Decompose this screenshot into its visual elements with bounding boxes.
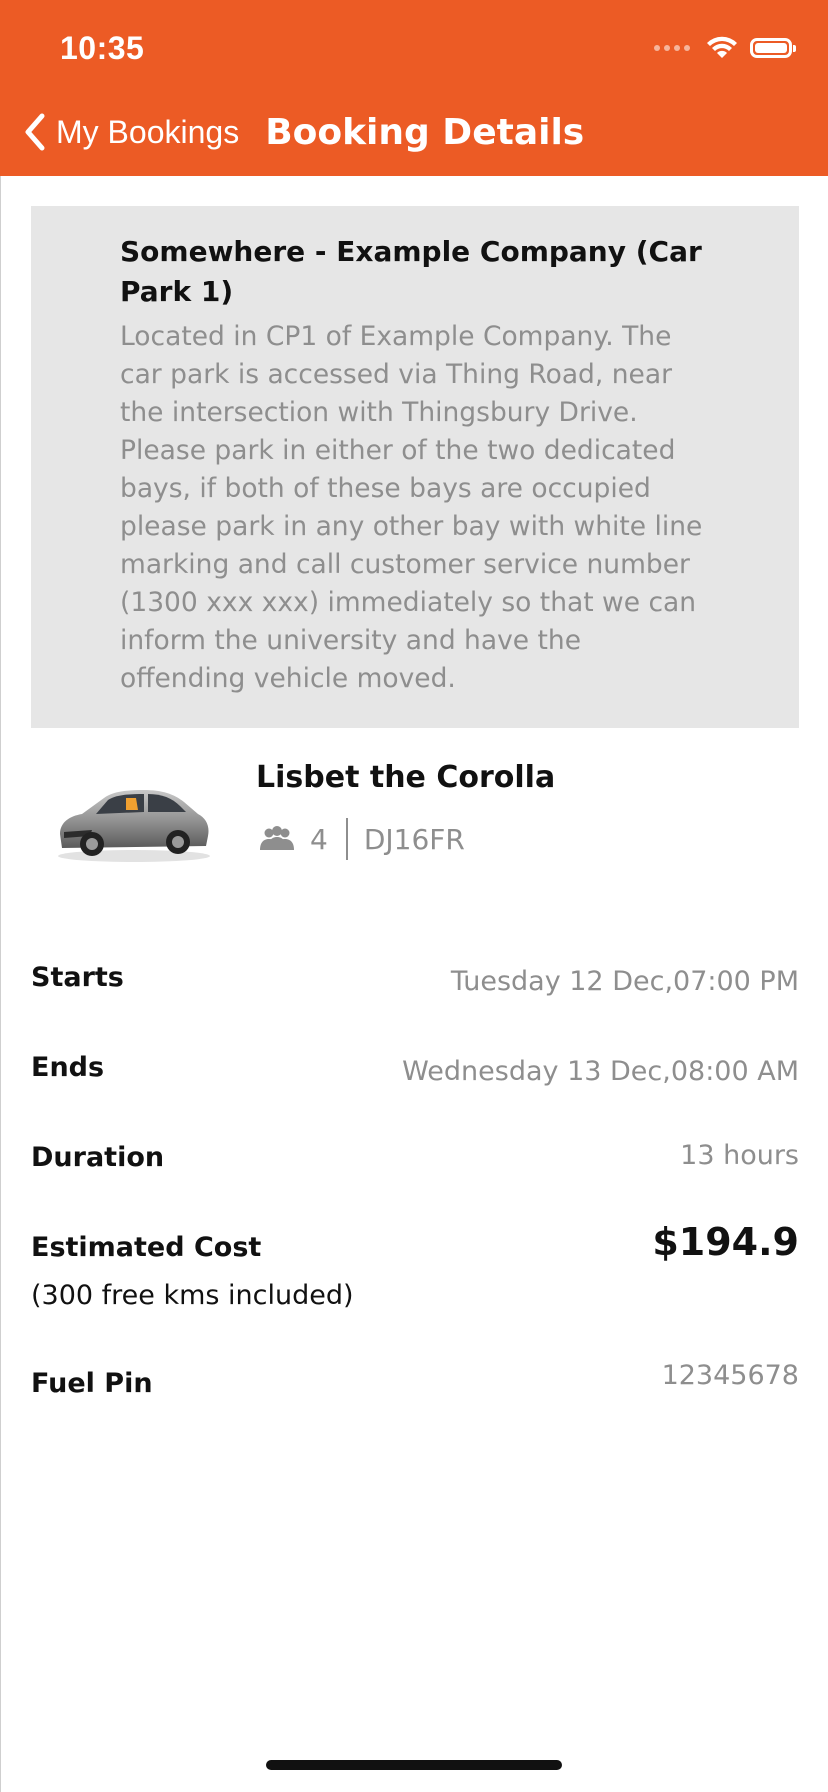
left-edge-divider [0,176,1,1792]
ends-label: Ends [31,1052,105,1083]
back-label: My Bookings [56,113,240,150]
wifi-icon [707,36,737,58]
people-icon [260,826,294,850]
vehicle-plate: DJ16FR [363,822,465,856]
cost-label: Estimated Cost [31,1232,262,1263]
chevron-left-icon [25,113,45,151]
duration-value: 13 hours [680,1140,799,1171]
back-button[interactable]: My Bookings [22,110,239,154]
fuel-pin-row: Fuel Pin 12345678 [31,1360,799,1414]
status-icons [654,36,796,60]
ends-row: Ends Wednesday 13 Dec,08:00 AM [31,1050,799,1098]
cost-value: $194.9 [652,1220,799,1264]
fuel-pin-value: 12345678 [661,1360,799,1391]
starts-label: Starts [31,962,124,993]
starts-value: Tuesday 12 Dec,07:00 PM [450,966,799,997]
location-card: Somewhere - Example Company (Car Park 1)… [31,206,799,728]
cost-note: (300 free kms included) [31,1280,354,1311]
location-description: Located in CP1 of Example Company. The c… [120,321,703,694]
battery-icon [750,38,796,58]
app-header: 10:35 My Bookings Booking Details [0,0,828,176]
duration-label: Duration [31,1142,165,1173]
car-image [58,790,210,862]
meta-divider [345,818,348,860]
signal-dots-icon [654,45,690,51]
vehicle-name: Lisbet the Corolla [256,760,556,795]
location-title: Somewhere - Example Company (Car Park 1) [120,235,702,308]
cost-row: Estimated Cost (300 free kms included) $… [31,1220,799,1328]
vehicle-summary: Lisbet the Corolla 4 DJ16FR [52,760,792,880]
status-time: 10:35 [60,30,145,66]
vehicle-seats: 4 [310,822,328,856]
vehicle-meta: 4 DJ16FR [258,818,465,860]
navigation-bar: My Bookings Booking Details [0,104,828,160]
fuel-pin-label: Fuel Pin [31,1368,153,1399]
home-indicator[interactable] [266,1760,562,1770]
duration-row: Duration 13 hours [31,1140,799,1188]
starts-row: Starts Tuesday 12 Dec,07:00 PM [31,960,799,1008]
page-title: Booking Details [265,111,585,153]
ends-value: Wednesday 13 Dec,08:00 AM [402,1056,799,1087]
